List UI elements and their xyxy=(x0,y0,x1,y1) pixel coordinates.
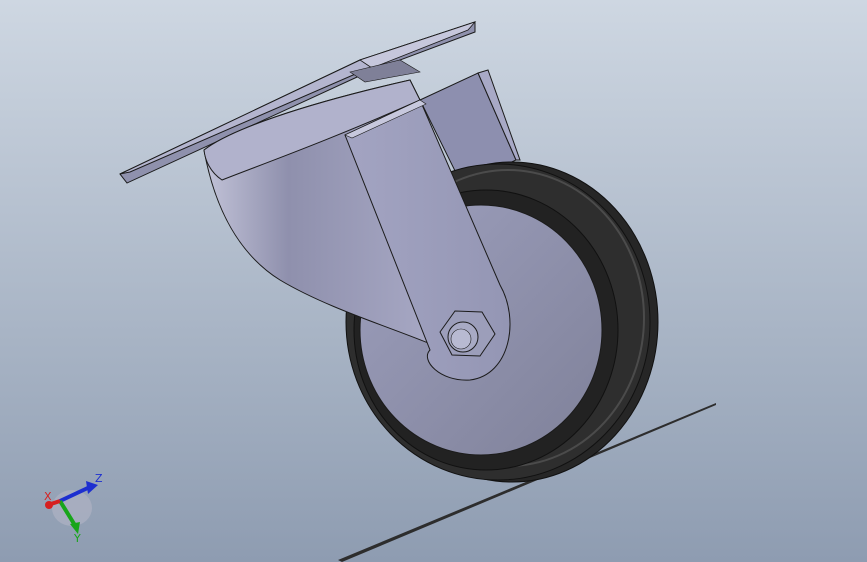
model-scene[interactable]: Z X Y xyxy=(0,0,867,562)
graphics-viewport[interactable]: Z X Y xyxy=(0,0,867,562)
triad-z-label: Z xyxy=(95,472,103,485)
triad-x-label: X xyxy=(44,490,52,503)
triad-y-label: Y xyxy=(73,532,81,545)
